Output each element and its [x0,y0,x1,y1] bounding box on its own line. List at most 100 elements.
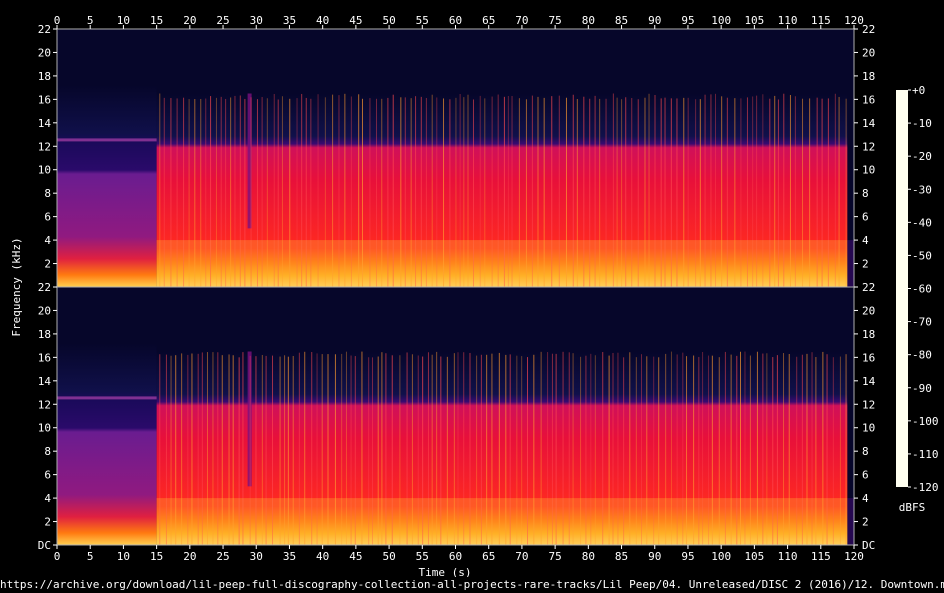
x-tick-top-10: 10 [117,14,130,27]
y-tick-left-ch1-20: 20 [38,46,51,59]
x-tick-bottom-110: 110 [778,550,798,563]
x-tick-bottom-95: 95 [681,550,694,563]
x-tick-bottom-115: 115 [811,550,831,563]
spectrogram-chart: 0055101015152020252530303535404045455050… [10,14,939,577]
spectrogram-channel-2 [56,286,855,546]
x-tick-top-0: 0 [54,14,61,27]
x-tick-top-105: 105 [744,14,764,27]
x-tick-top-30: 30 [250,14,263,27]
y-tick-right-ch1-2: 2 [862,258,869,271]
y-tick-right-ch1-12: 12 [862,140,875,153]
y-tick-right-ch1-16: 16 [862,93,875,106]
y-tick-right-ch1-22: 22 [862,23,875,36]
file-url: https://archive.org/download/lil-peep-fu… [0,578,944,591]
colorbar-tick--90: -90 [912,382,932,395]
y-tick-right-ch2-2: 2 [862,516,869,529]
x-axis-label: Time (s) [419,566,472,577]
y-tick-left-ch2-16: 16 [38,351,51,364]
y-tick-left-ch2-20: 20 [38,304,51,317]
y-tick-right-ch1-8: 8 [862,187,869,200]
y-tick-left-ch2-18: 18 [38,328,51,341]
y-tick-right-ch1-4: 4 [862,234,869,247]
x-tick-bottom-30: 30 [250,550,263,563]
colorbar-tick--30: -30 [912,183,932,196]
x-tick-top-75: 75 [549,14,562,27]
spectrogram-channel-1 [56,28,855,288]
x-tick-top-70: 70 [515,14,528,27]
x-tick-top-40: 40 [316,14,329,27]
y-tick-right-ch2-20: 20 [862,304,875,317]
x-tick-top-120: 120 [844,14,864,27]
y-axis-label: Frequency (kHz) [10,237,23,336]
y-tick-right-ch2-4: 4 [862,492,869,505]
x-tick-bottom-120: 120 [844,550,864,563]
colorbar-tick--110: -110 [912,448,939,461]
x-tick-bottom-45: 45 [349,550,362,563]
y-tick-left-ch2-8: 8 [44,445,51,458]
colorbar-unit-label: dBFS [899,501,926,514]
y-tick-right-ch2-16: 16 [862,351,875,364]
y-tick-right-ch2-8: 8 [862,445,869,458]
y-tick-right-ch2-22: 22 [862,281,875,294]
x-tick-top-60: 60 [449,14,462,27]
y-tick-left-ch1-2: 2 [44,258,51,271]
x-tick-bottom-10: 10 [117,550,130,563]
colorbar-tick--100: -100 [912,415,939,428]
y-tick-left-ch1-22: 22 [38,23,51,36]
colorbar-tick--80: -80 [912,349,932,362]
x-tick-top-45: 45 [349,14,362,27]
x-tick-bottom-55: 55 [416,550,429,563]
y-tick-right-ch1-10: 10 [862,164,875,177]
colorbar-tick--10: -10 [912,117,932,130]
y-tick-left-ch2-4: 4 [44,492,51,505]
y-tick-right-ch2-12: 12 [862,398,875,411]
y-tick-left-ch1-4: 4 [44,234,51,247]
y-tick-left-ch1-8: 8 [44,187,51,200]
x-tick-bottom-40: 40 [316,550,329,563]
y-tick-right-ch2-18: 18 [862,328,875,341]
x-tick-top-85: 85 [615,14,628,27]
y-tick-left-ch2-6: 6 [44,469,51,482]
dip-band [247,351,252,487]
colorbar-tick--60: -60 [912,283,932,296]
y-tick-left-ch2-14: 14 [38,375,52,388]
y-tick-right-ch1-20: 20 [862,46,875,59]
x-tick-bottom-50: 50 [382,550,395,563]
x-tick-bottom-25: 25 [216,550,229,563]
x-tick-top-15: 15 [150,14,163,27]
y-tick-left-ch1-14: 14 [38,117,52,130]
x-tick-bottom-5: 5 [87,550,94,563]
x-tick-top-35: 35 [283,14,296,27]
x-tick-bottom-80: 80 [582,550,595,563]
y-tick-left-ch2-2: 2 [44,516,51,529]
x-tick-top-50: 50 [382,14,395,27]
intro-energy [57,343,157,545]
y-tick-left-ch1-18: 18 [38,70,51,83]
y-tick-left-ch2-DC: DC [38,539,51,552]
x-tick-top-65: 65 [482,14,495,27]
y-tick-right-ch1-14: 14 [862,117,876,130]
x-tick-bottom-85: 85 [615,550,628,563]
x-tick-top-80: 80 [582,14,595,27]
colorbar-tick--20: -20 [912,150,932,163]
y-tick-left-ch2-22: 22 [38,281,51,294]
y-tick-right-ch2-10: 10 [862,422,875,435]
y-tick-left-ch1-10: 10 [38,164,51,177]
y-tick-left-ch2-10: 10 [38,422,51,435]
x-tick-top-90: 90 [648,14,661,27]
x-tick-bottom-65: 65 [482,550,495,563]
x-tick-top-115: 115 [811,14,831,27]
y-tick-right-ch2-6: 6 [862,469,869,482]
x-tick-top-95: 95 [681,14,694,27]
y-tick-left-ch2-12: 12 [38,398,51,411]
x-tick-bottom-75: 75 [549,550,562,563]
x-tick-top-110: 110 [778,14,798,27]
x-tick-bottom-0: 0 [54,550,61,563]
colorbar [896,90,908,487]
x-tick-bottom-15: 15 [150,550,163,563]
x-tick-bottom-70: 70 [515,550,528,563]
x-tick-bottom-60: 60 [449,550,462,563]
y-tick-right-ch1-18: 18 [862,70,875,83]
x-tick-top-100: 100 [711,14,731,27]
colorbar-tick--70: -70 [912,316,932,329]
